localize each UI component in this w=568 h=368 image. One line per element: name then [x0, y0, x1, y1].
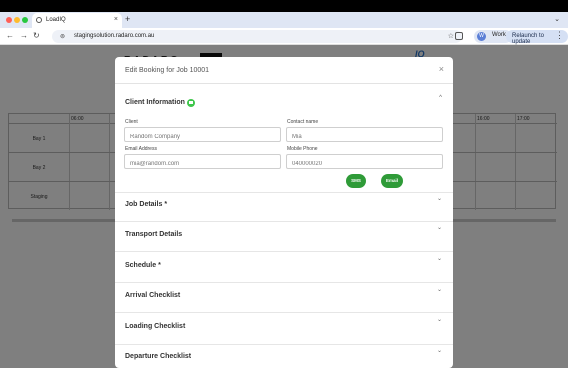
chevron-down-icon[interactable]: ⌄	[437, 347, 442, 354]
close-icon[interactable]: ×	[439, 64, 444, 74]
tab-strip: LoadIQ × + ⌄	[0, 12, 568, 28]
email-button[interactable]: Email	[381, 174, 403, 188]
modal-header: Edit Booking for Job 10001 ×	[115, 57, 453, 84]
forward-icon[interactable]: →	[20, 31, 28, 40]
contact-name-label: Contact name	[287, 119, 319, 125]
section-loading-checklist[interactable]: Loading Checklist	[125, 323, 185, 330]
section-arrival-checklist[interactable]: Arrival Checklist	[125, 292, 180, 299]
back-icon[interactable]: ←	[6, 31, 14, 40]
extensions-icon[interactable]	[455, 32, 463, 40]
edit-booking-modal: Edit Booking for Job 10001 × Client Info…	[115, 57, 453, 368]
minimize-window-icon[interactable]	[14, 17, 20, 23]
browser-toolbar: ← → ↻ ⊚ stagingsolution.radaro.com.au ☆ …	[0, 28, 568, 45]
avatar: W	[477, 32, 486, 41]
section-transport-details[interactable]: Transport Details	[125, 231, 182, 238]
url-text: stagingsolution.radaro.com.au	[74, 33, 155, 39]
reload-icon[interactable]: ↻	[33, 31, 40, 40]
favicon-icon	[36, 17, 42, 23]
chevron-down-icon[interactable]: ⌄	[437, 224, 442, 231]
chevron-down-icon[interactable]: ⌄	[437, 286, 442, 293]
chevron-down-icon[interactable]: ⌄	[437, 255, 442, 262]
browser-tab[interactable]: LoadIQ ×	[32, 13, 122, 28]
client-information-heading[interactable]: Client Information	[125, 99, 185, 106]
bookmark-star-icon[interactable]: ☆	[448, 32, 454, 40]
site-info-icon[interactable]: ⊚	[60, 33, 65, 40]
maximize-window-icon[interactable]	[22, 17, 28, 23]
client-input[interactable]	[124, 127, 281, 142]
system-top-bar	[0, 0, 568, 12]
email-address-label: Email Address	[125, 146, 157, 152]
section-departure-checklist[interactable]: Departure Checklist	[125, 353, 191, 360]
more-menu-icon[interactable]: ⋮	[555, 30, 564, 41]
address-bar[interactable]: ⊚ stagingsolution.radaro.com.au ☆	[52, 30, 462, 43]
email-input[interactable]	[124, 154, 281, 169]
modal-title: Edit Booking for Job 10001	[125, 67, 210, 74]
tab-close-icon[interactable]: ×	[114, 16, 118, 23]
close-window-icon[interactable]	[6, 17, 12, 23]
tab-search-icon[interactable]: ⌄	[554, 15, 560, 23]
client-label: Client	[125, 119, 138, 125]
chevron-down-icon[interactable]: ⌄	[437, 195, 442, 202]
tab-title: LoadIQ	[46, 17, 66, 23]
chevron-down-icon[interactable]: ⌄	[437, 316, 442, 323]
chat-icon[interactable]	[187, 99, 195, 107]
new-tab-button[interactable]: +	[125, 14, 130, 24]
mobile-phone-input[interactable]	[286, 154, 443, 169]
chevron-up-icon[interactable]: ^	[439, 95, 442, 101]
mobile-phone-label: Mobile Phone	[287, 146, 318, 152]
contact-name-input[interactable]	[286, 127, 443, 142]
profile-label: Work	[492, 32, 506, 38]
sms-button[interactable]: SMS	[346, 174, 366, 188]
section-schedule[interactable]: Schedule *	[125, 262, 161, 269]
section-job-details[interactable]: Job Details *	[125, 201, 167, 208]
